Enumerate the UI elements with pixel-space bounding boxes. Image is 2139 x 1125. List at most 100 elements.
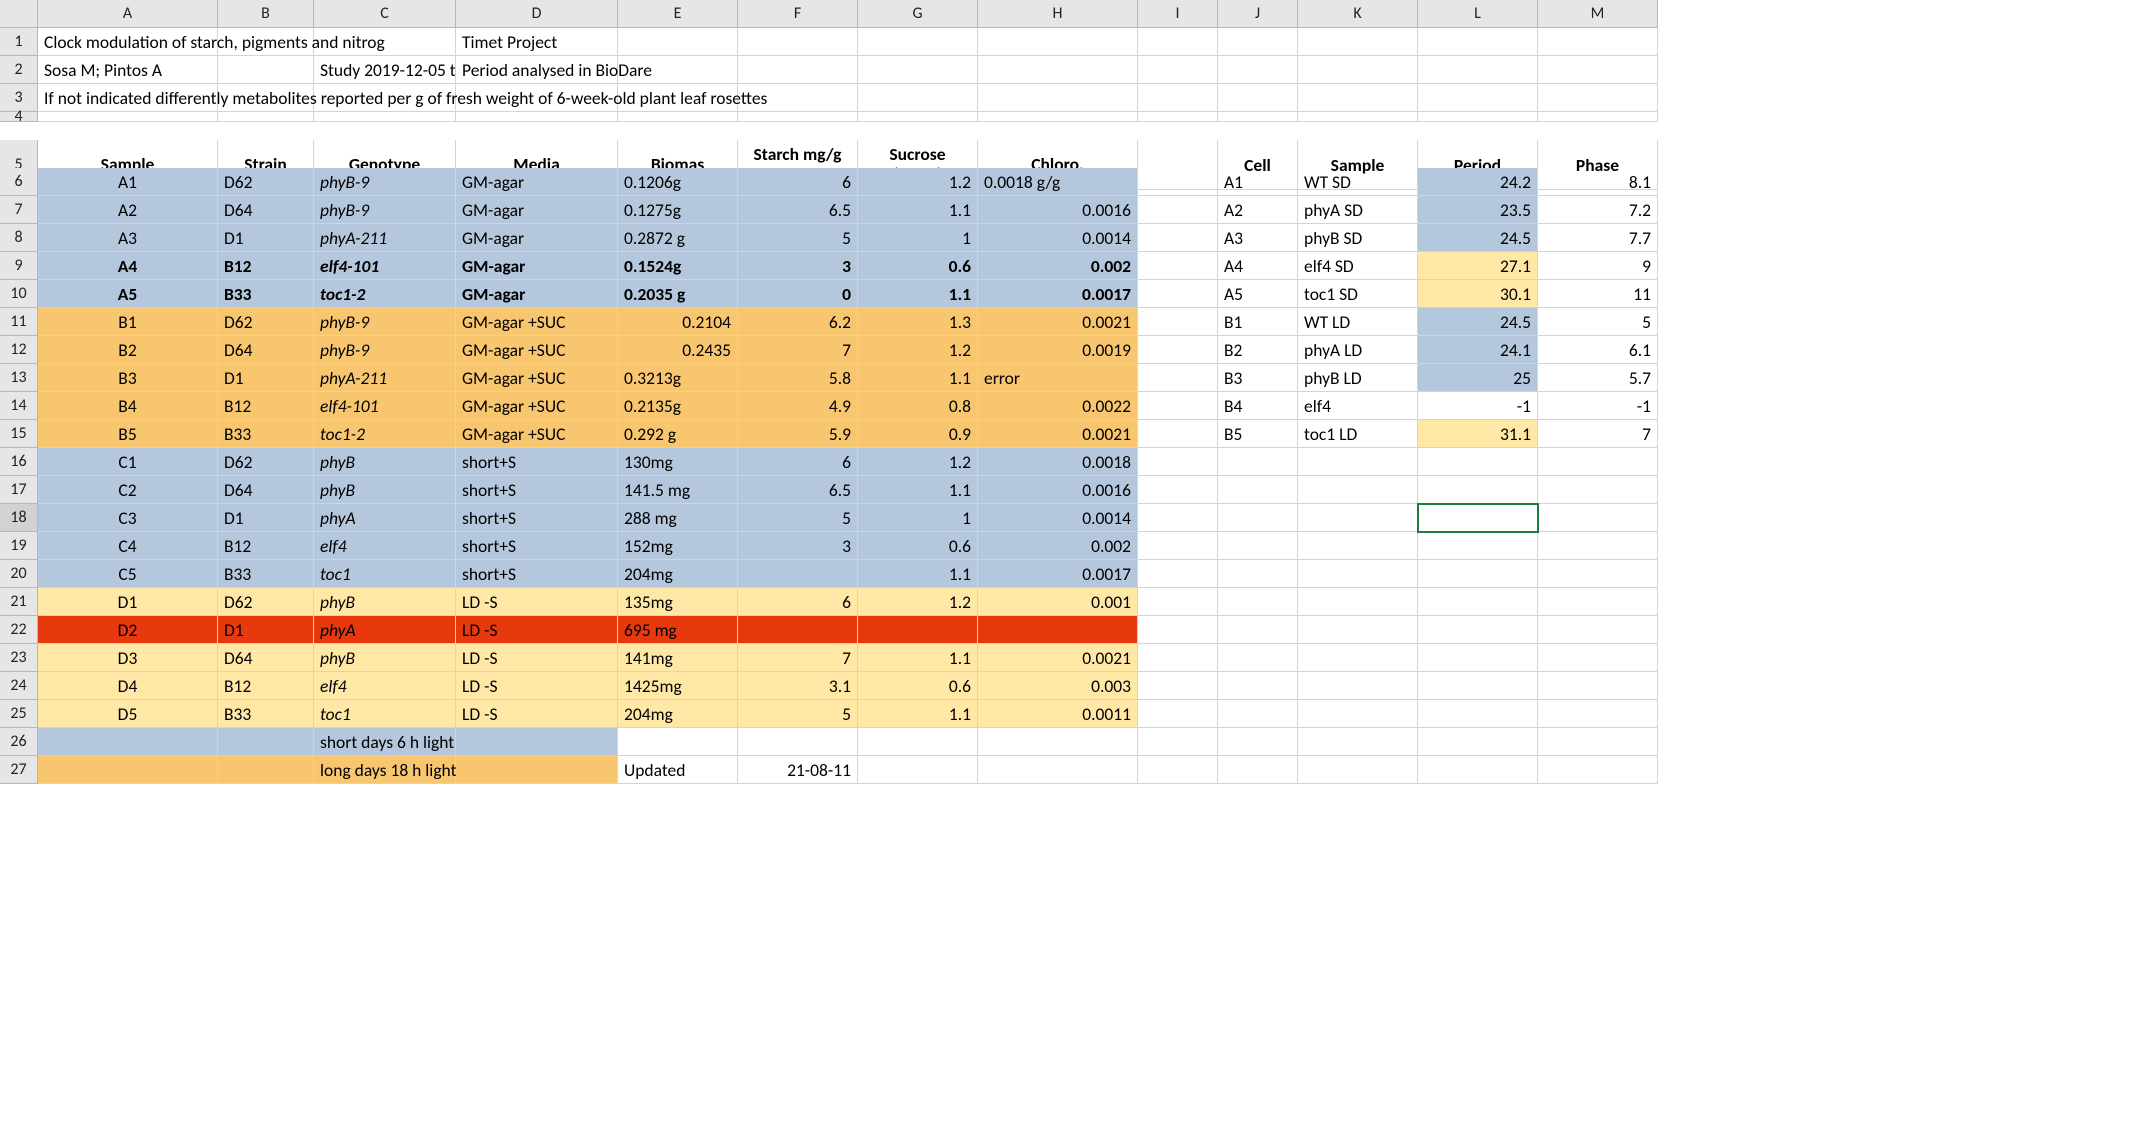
cell-L12[interactable]: 24.1 (1418, 336, 1538, 364)
column-header-E[interactable]: E (618, 0, 738, 28)
cell-C13[interactable]: phyA-211 (314, 364, 456, 392)
cell-L22[interactable] (1418, 616, 1538, 644)
cell-F19[interactable]: 3 (738, 532, 858, 560)
column-header-L[interactable]: L (1418, 0, 1538, 28)
cell-H14[interactable]: 0.0022 (978, 392, 1138, 420)
cell-B14[interactable]: B12 (218, 392, 314, 420)
column-header-M[interactable]: M (1538, 0, 1658, 28)
cell-K17[interactable] (1298, 476, 1418, 504)
cell-M25[interactable] (1538, 700, 1658, 728)
cell-E4[interactable] (618, 112, 738, 122)
cell-L1[interactable] (1418, 28, 1538, 56)
cell-D15[interactable]: GM-agar +SUC (456, 420, 618, 448)
cell-K23[interactable] (1298, 644, 1418, 672)
cell-H19[interactable]: 0.002 (978, 532, 1138, 560)
cell-F18[interactable]: 5 (738, 504, 858, 532)
cell-I24[interactable] (1138, 672, 1218, 700)
cell-G10[interactable]: 1.1 (858, 280, 978, 308)
cell-K22[interactable] (1298, 616, 1418, 644)
cell-D16[interactable]: short+S (456, 448, 618, 476)
cell-J1[interactable] (1218, 28, 1298, 56)
cell-K9[interactable]: elf4 SD (1298, 252, 1418, 280)
cell-M20[interactable] (1538, 560, 1658, 588)
cell-F7[interactable]: 6.5 (738, 196, 858, 224)
cell-D24[interactable]: LD -S (456, 672, 618, 700)
cell-L11[interactable]: 24.5 (1418, 308, 1538, 336)
cell-B18[interactable]: D1 (218, 504, 314, 532)
cell-E14[interactable]: 0.2135g (618, 392, 738, 420)
cell-D26[interactable] (456, 728, 618, 756)
cell-J7[interactable]: A2 (1218, 196, 1298, 224)
cell-M24[interactable] (1538, 672, 1658, 700)
cell-L9[interactable]: 27.1 (1418, 252, 1538, 280)
cell-M11[interactable]: 5 (1538, 308, 1658, 336)
cell-H22[interactable] (978, 616, 1138, 644)
cell-E15[interactable]: 0.292 g (618, 420, 738, 448)
row-header-18[interactable]: 18 (0, 504, 38, 532)
cell-D18[interactable]: short+S (456, 504, 618, 532)
cell-I12[interactable] (1138, 336, 1218, 364)
cell-G14[interactable]: 0.8 (858, 392, 978, 420)
cell-C19[interactable]: elf4 (314, 532, 456, 560)
cell-J6[interactable]: A1 (1218, 168, 1298, 196)
cell-G3[interactable] (858, 84, 978, 112)
cell-B21[interactable]: D62 (218, 588, 314, 616)
cell-J2[interactable] (1218, 56, 1298, 84)
cell-M21[interactable] (1538, 588, 1658, 616)
cell-M27[interactable] (1538, 756, 1658, 784)
cell-I11[interactable] (1138, 308, 1218, 336)
cell-I19[interactable] (1138, 532, 1218, 560)
cell-D9[interactable]: GM-agar (456, 252, 618, 280)
cell-D17[interactable]: short+S (456, 476, 618, 504)
cell-G17[interactable]: 1.1 (858, 476, 978, 504)
row-header-13[interactable]: 13 (0, 364, 38, 392)
row-header-25[interactable]: 25 (0, 700, 38, 728)
cell-J8[interactable]: A3 (1218, 224, 1298, 252)
cell-L8[interactable]: 24.5 (1418, 224, 1538, 252)
cell-C21[interactable]: phyB (314, 588, 456, 616)
cell-H13[interactable]: error (978, 364, 1138, 392)
cell-A4[interactable] (38, 112, 218, 122)
cell-C20[interactable]: toc1 (314, 560, 456, 588)
cell-C18[interactable]: phyA (314, 504, 456, 532)
cell-E16[interactable]: 130mg (618, 448, 738, 476)
cell-J26[interactable] (1218, 728, 1298, 756)
cell-B4[interactable] (218, 112, 314, 122)
cell-H24[interactable]: 0.003 (978, 672, 1138, 700)
column-header-J[interactable]: J (1218, 0, 1298, 28)
cell-E22[interactable]: 695 mg (618, 616, 738, 644)
cell-B10[interactable]: B33 (218, 280, 314, 308)
cell-E1[interactable] (618, 28, 738, 56)
cell-B22[interactable]: D1 (218, 616, 314, 644)
cell-L19[interactable] (1418, 532, 1538, 560)
cell-G7[interactable]: 1.1 (858, 196, 978, 224)
cell-A16[interactable]: C1 (38, 448, 218, 476)
cell-C26[interactable]: short days 6 h light (314, 728, 456, 756)
cell-G22[interactable] (858, 616, 978, 644)
cell-K20[interactable] (1298, 560, 1418, 588)
cell-A26[interactable] (38, 728, 218, 756)
cell-I22[interactable] (1138, 616, 1218, 644)
cell-D19[interactable]: short+S (456, 532, 618, 560)
cell-I2[interactable] (1138, 56, 1218, 84)
cell-G4[interactable] (858, 112, 978, 122)
cell-M16[interactable] (1538, 448, 1658, 476)
cell-K7[interactable]: phyA SD (1298, 196, 1418, 224)
cell-H16[interactable]: 0.0018 (978, 448, 1138, 476)
cell-E9[interactable]: 0.1524g (618, 252, 738, 280)
cell-J24[interactable] (1218, 672, 1298, 700)
cell-L2[interactable] (1418, 56, 1538, 84)
column-header-K[interactable]: K (1298, 0, 1418, 28)
cell-K4[interactable] (1298, 112, 1418, 122)
cell-B19[interactable]: B12 (218, 532, 314, 560)
row-header-15[interactable]: 15 (0, 420, 38, 448)
cell-M2[interactable] (1538, 56, 1658, 84)
cell-L6[interactable]: 24.2 (1418, 168, 1538, 196)
row-header-8[interactable]: 8 (0, 224, 38, 252)
cell-D25[interactable]: LD -S (456, 700, 618, 728)
row-header-17[interactable]: 17 (0, 476, 38, 504)
row-header-14[interactable]: 14 (0, 392, 38, 420)
cell-L27[interactable] (1418, 756, 1538, 784)
cell-G23[interactable]: 1.1 (858, 644, 978, 672)
cell-K16[interactable] (1298, 448, 1418, 476)
